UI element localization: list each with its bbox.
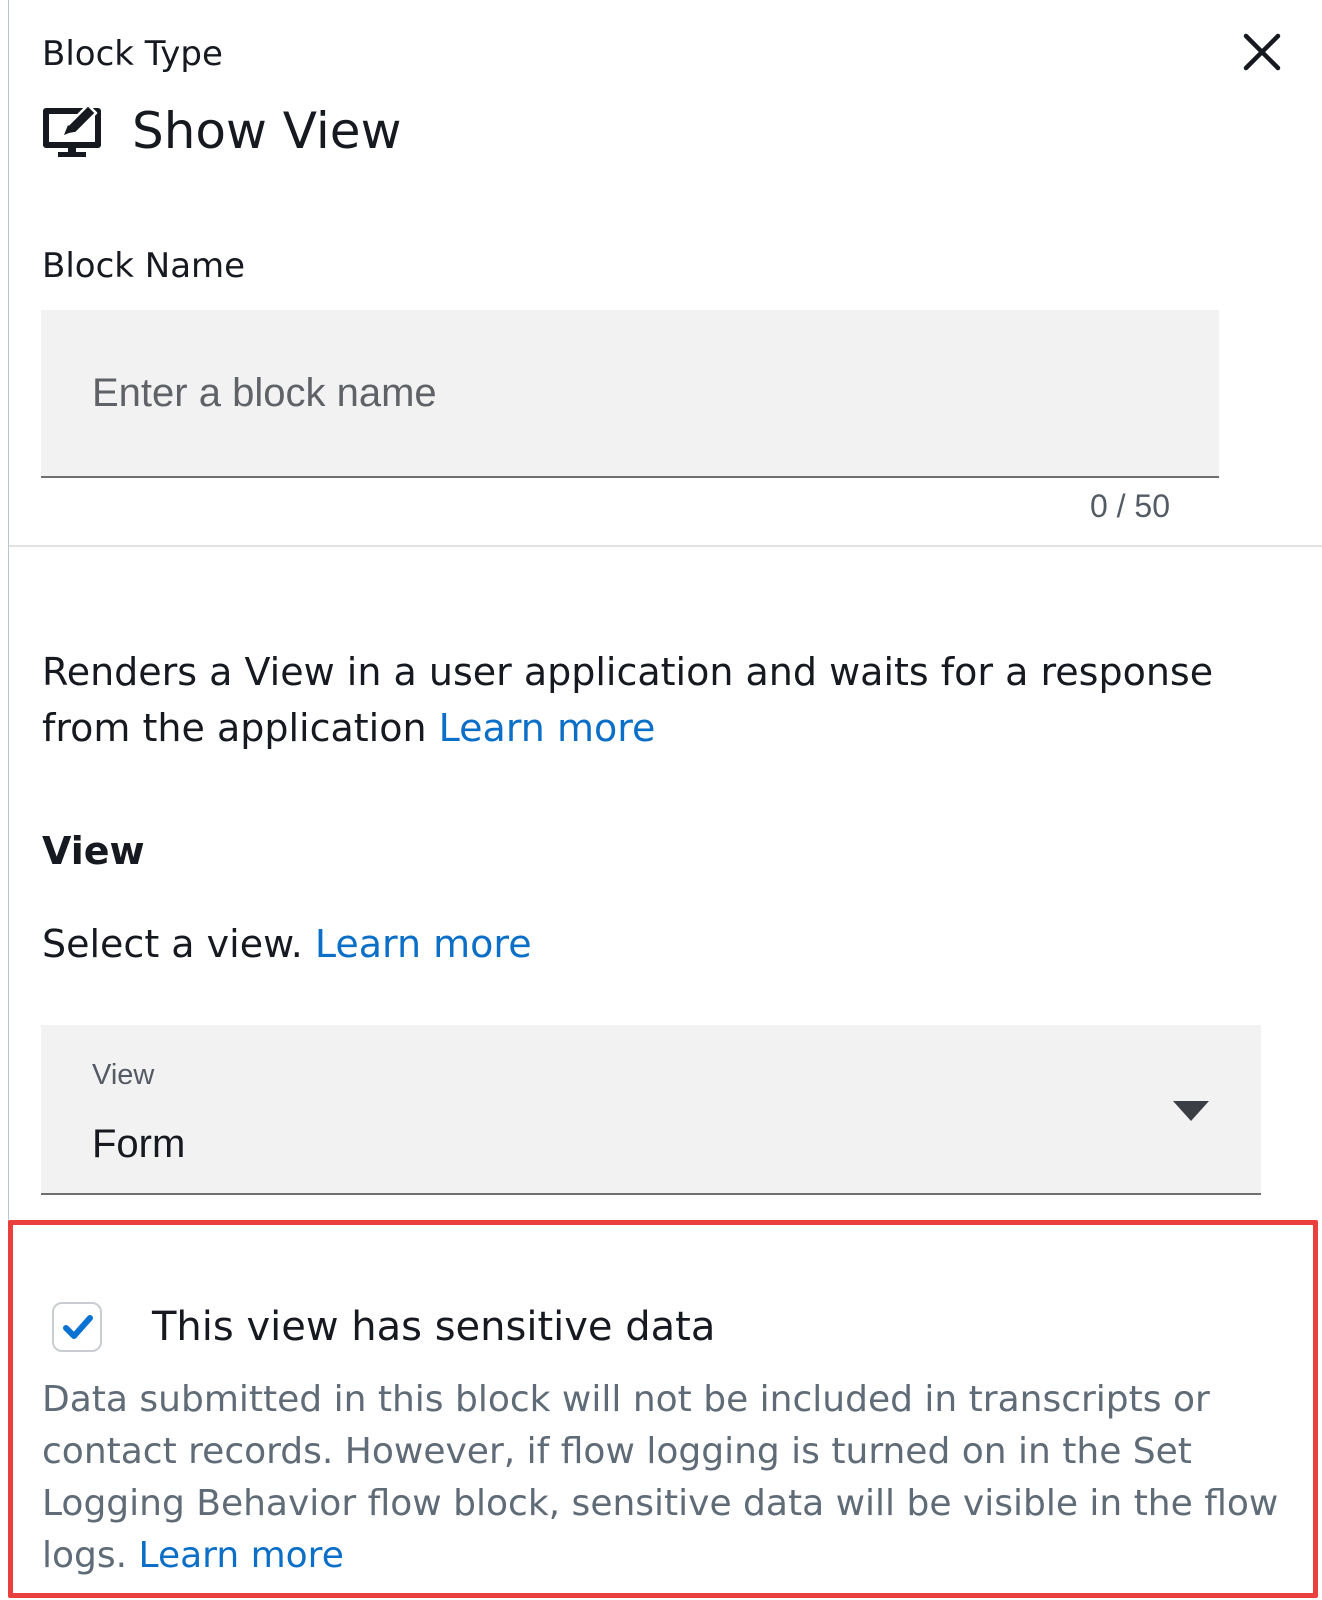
block-description: Renders a View in a user application and… bbox=[42, 644, 1302, 756]
block-name-field bbox=[41, 310, 1219, 478]
block-title-row: Show View bbox=[42, 96, 401, 166]
char-counter: 0 / 50 bbox=[1089, 488, 1170, 524]
section-divider bbox=[9, 545, 1322, 547]
view-learn-more-link[interactable]: Learn more bbox=[315, 922, 532, 966]
checkmark-icon bbox=[63, 1315, 93, 1339]
sensitive-data-label[interactable]: This view has sensitive data bbox=[152, 1300, 715, 1354]
view-dropdown[interactable]: View Form bbox=[41, 1025, 1261, 1195]
monitor-edit-icon bbox=[43, 103, 101, 157]
view-section-heading: View bbox=[42, 829, 145, 873]
close-button[interactable] bbox=[1238, 28, 1286, 76]
block-name-label: Block Name bbox=[42, 246, 246, 286]
sensitive-data-checkbox[interactable] bbox=[52, 1302, 102, 1352]
select-view-text: Select a view. bbox=[42, 922, 303, 966]
view-dropdown-value: Form bbox=[92, 1122, 186, 1166]
select-view-description: Select a view. Learn more bbox=[42, 918, 532, 970]
block-name-input[interactable] bbox=[41, 310, 1219, 476]
block-type-label: Block Type bbox=[42, 34, 223, 74]
view-dropdown-label: View bbox=[92, 1059, 155, 1091]
caret-down-icon bbox=[1173, 1101, 1209, 1121]
sensitive-learn-more-link[interactable]: Learn more bbox=[139, 1535, 344, 1576]
block-title: Show View bbox=[132, 102, 402, 160]
sensitive-data-description: Data submitted in this block will not be… bbox=[42, 1374, 1302, 1582]
show-view-block-panel: Block Type Show View Block Name 0 / 50 R… bbox=[0, 0, 1322, 1600]
close-icon bbox=[1243, 33, 1281, 71]
learn-more-link[interactable]: Learn more bbox=[439, 706, 656, 750]
panel-left-border bbox=[8, 0, 9, 1225]
